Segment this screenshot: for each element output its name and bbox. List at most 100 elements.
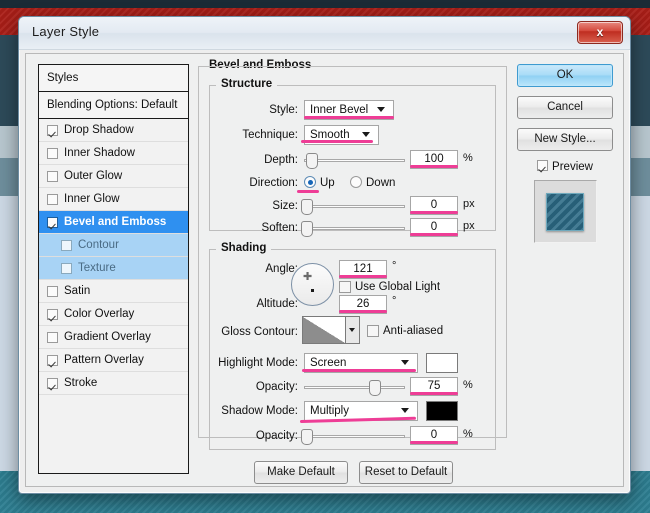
layer-style-dialog: Layer Style x Styles Blending Options: D… <box>18 16 631 494</box>
highlight-mark-style <box>304 116 394 119</box>
shadow-color-swatch[interactable] <box>426 401 458 421</box>
dialog-actions: OK Cancel New Style... Preview <box>517 64 613 243</box>
shading-legend: Shading <box>216 242 271 254</box>
checkbox-preview[interactable] <box>537 160 548 171</box>
sidebar-item-texture[interactable]: Texture <box>39 257 188 280</box>
radio-direction-down[interactable] <box>350 176 362 188</box>
depth-value: 100 <box>424 153 443 165</box>
soften-slider-track[interactable] <box>304 227 405 230</box>
chevron-down-icon <box>349 328 355 332</box>
highlight-mark-direction <box>297 190 319 193</box>
size-slider-track[interactable] <box>304 205 405 208</box>
dialog-body: Styles Blending Options: Default Drop Sh… <box>25 53 624 487</box>
checkbox-outer-glow[interactable] <box>47 171 58 182</box>
highlight-opacity-knob[interactable] <box>369 380 381 396</box>
angle-unit: ° <box>392 260 396 272</box>
shadow-opacity-unit: % <box>463 428 473 440</box>
sidebar-item-stroke[interactable]: Stroke <box>39 372 188 395</box>
highlight-opacity-unit: % <box>463 379 473 391</box>
sidebar-item-label: Color Overlay <box>64 303 134 325</box>
sidebar-item-contour[interactable]: Contour <box>39 234 188 257</box>
shadow-mode-label: Shadow Mode: <box>202 405 298 417</box>
depth-slider-knob[interactable] <box>306 153 318 169</box>
reset-to-default-button[interactable]: Reset to Default <box>359 461 453 484</box>
depth-slider-track[interactable] <box>304 159 405 162</box>
sidebar-item-gradient-overlay[interactable]: Gradient Overlay <box>39 326 188 349</box>
depth-unit: % <box>463 152 473 164</box>
sidebar-item-drop-shadow[interactable]: Drop Shadow <box>39 119 188 142</box>
sidebar-item-pattern-overlay[interactable]: Pattern Overlay <box>39 349 188 372</box>
highlight-opacity-label: Opacity: <box>218 381 298 393</box>
preview-toggle[interactable]: Preview <box>517 160 613 173</box>
size-label: Size: <box>218 200 298 212</box>
checkbox-bevel-and-emboss[interactable] <box>47 217 58 228</box>
size-value: 0 <box>431 199 437 211</box>
gloss-contour-dropdown[interactable] <box>346 316 360 344</box>
sidebar-item-inner-shadow[interactable]: Inner Shadow <box>39 142 188 165</box>
sidebar-item-label: Pattern Overlay <box>64 349 144 371</box>
gloss-contour-preview[interactable] <box>302 316 346 344</box>
highlight-color-swatch[interactable] <box>426 353 458 373</box>
style-value: Inner Bevel <box>310 104 368 116</box>
highlight-mode-label: Highlight Mode: <box>198 357 298 369</box>
radio-direction-up[interactable] <box>304 176 316 188</box>
soften-unit: px <box>463 220 475 232</box>
checkbox-pattern-overlay[interactable] <box>47 355 58 366</box>
soften-value: 0 <box>431 221 437 233</box>
checkbox-inner-shadow[interactable] <box>47 148 58 159</box>
sidebar-item-inner-glow[interactable]: Inner Glow <box>39 188 188 211</box>
highlight-mark-angle <box>339 275 387 278</box>
shadow-mode-value: Multiply <box>310 405 349 417</box>
sidebar-item-label: Gradient Overlay <box>64 326 151 348</box>
sidebar-item-color-overlay[interactable]: Color Overlay <box>39 303 188 326</box>
sidebar-item-bevel-and-emboss[interactable]: Bevel and Emboss <box>39 211 188 234</box>
ok-button[interactable]: OK <box>517 64 613 87</box>
sidebar-item-blending-options[interactable]: Blending Options: Default <box>39 92 188 119</box>
checkbox-inner-glow[interactable] <box>47 194 58 205</box>
direction-down-label: Down <box>366 177 411 189</box>
checkbox-gradient-overlay[interactable] <box>47 332 58 343</box>
make-default-button[interactable]: Make Default <box>254 461 348 484</box>
close-icon[interactable]: x <box>577 21 623 44</box>
shadow-opacity-knob[interactable] <box>301 429 313 445</box>
highlight-mark-size <box>410 211 458 214</box>
chevron-down-icon[interactable] <box>401 360 409 365</box>
checkbox-stroke[interactable] <box>47 378 58 389</box>
angle-dial-indicator <box>311 289 314 292</box>
new-style-button[interactable]: New Style... <box>517 128 613 151</box>
checkbox-drop-shadow[interactable] <box>47 125 58 136</box>
shadow-opacity-value: 0 <box>431 429 437 441</box>
sidebar-item-label: Bevel and Emboss <box>64 211 166 233</box>
highlight-opacity-value: 75 <box>428 380 441 392</box>
size-slider-knob[interactable] <box>301 199 313 215</box>
highlight-opacity-track[interactable] <box>304 386 405 389</box>
highlight-mark-shadow-opacity <box>410 441 458 444</box>
checkbox-texture[interactable] <box>61 263 72 274</box>
sidebar-item-label: Inner Shadow <box>64 142 135 164</box>
depth-label: Depth: <box>218 154 298 166</box>
soften-slider-knob[interactable] <box>301 221 313 237</box>
dialog-title-bar[interactable]: Layer Style x <box>19 17 630 50</box>
chevron-down-icon[interactable] <box>401 408 409 413</box>
checkbox-use-global-light[interactable] <box>339 281 351 293</box>
chevron-down-icon[interactable] <box>362 132 370 137</box>
technique-label: Technique: <box>218 129 298 141</box>
altitude-label: Altitude: <box>212 298 298 310</box>
sidebar-item-label: Satin <box>64 280 90 302</box>
size-unit: px <box>463 198 475 210</box>
sidebar-item-label: Inner Glow <box>64 188 120 210</box>
highlight-mark-technique <box>301 140 373 143</box>
shadow-opacity-track[interactable] <box>304 435 405 438</box>
sidebar-item-satin[interactable]: Satin <box>39 280 188 303</box>
checkbox-color-overlay[interactable] <box>47 309 58 320</box>
chevron-down-icon[interactable] <box>377 107 385 112</box>
cancel-button[interactable]: Cancel <box>517 96 613 119</box>
styles-list-header: Styles <box>39 65 188 92</box>
sidebar-item-outer-glow[interactable]: Outer Glow <box>39 165 188 188</box>
checkbox-contour[interactable] <box>61 240 72 251</box>
checkbox-anti-aliased[interactable] <box>367 325 379 337</box>
angle-value: 121 <box>353 263 372 275</box>
checkbox-satin[interactable] <box>47 286 58 297</box>
highlight-mark-soften <box>410 233 458 236</box>
gloss-contour-label: Gloss Contour: <box>202 326 298 338</box>
